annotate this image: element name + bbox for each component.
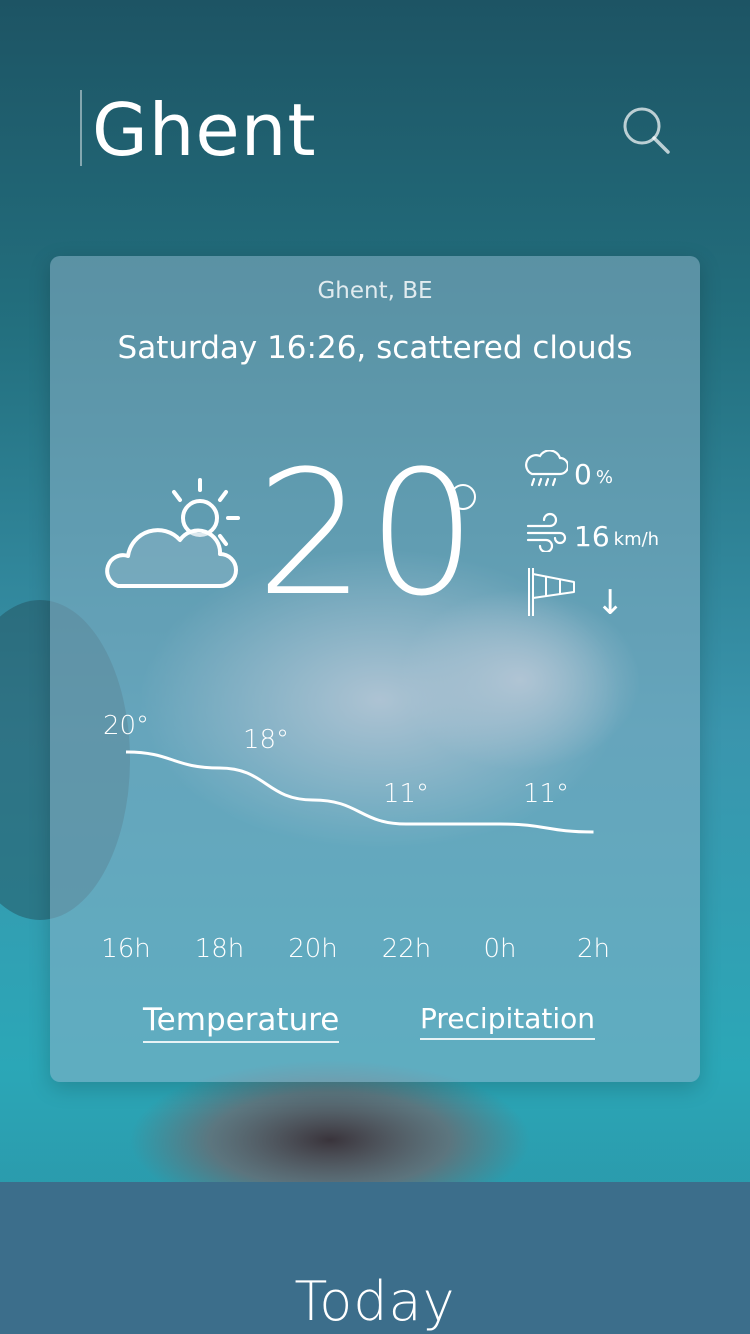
wind-direction-arrow: ↓ [596, 583, 625, 623]
partly-cloudy-icon [105, 478, 240, 588]
hour-tick-label: 20h [288, 934, 338, 964]
hour-tick-label: 18h [194, 934, 245, 964]
hour-tick-label: 16h [101, 934, 151, 964]
search-button[interactable] [618, 102, 674, 158]
degree-symbol [450, 484, 476, 510]
wind-direction-stat: ↓ [524, 566, 625, 623]
wind-icon [526, 512, 567, 552]
current-temperature: 20 [256, 433, 479, 634]
windsock-icon [528, 568, 575, 616]
tab-temperature[interactable]: Temperature [143, 1002, 340, 1043]
search-icon [623, 107, 670, 154]
tab-precipitation[interactable]: Precipitation [420, 1002, 596, 1040]
temperature-data-label: 18° [243, 725, 289, 755]
temperature-data-label: 11° [383, 779, 429, 809]
rain-cloud-icon [525, 450, 568, 487]
wind-speed-unit: km/h [613, 529, 660, 550]
hour-axis: 16h 18h 20h 22h 0h 2h [50, 934, 700, 974]
city-title[interactable]: Ghent [92, 88, 317, 172]
wind-speed-stat: 16 km/h [524, 512, 659, 552]
temperature-data-label: 11° [523, 779, 569, 809]
today-button[interactable]: Today [0, 1270, 750, 1333]
precipitation-value: 0 [574, 458, 592, 491]
precipitation-stat: 0 % [524, 450, 613, 490]
precipitation-unit: % [595, 467, 613, 488]
hour-tick-label: 0h [483, 934, 517, 964]
hour-tick-label: 2h [576, 934, 611, 964]
weather-description: Saturday 16:26, scattered clouds [117, 330, 633, 366]
location-label: Ghent, BE [317, 278, 433, 304]
hour-tick-label: 22h [381, 934, 432, 964]
temperature-data-label: 20° [103, 711, 149, 741]
wind-speed-value: 16 [574, 520, 610, 553]
text-cursor [80, 90, 82, 166]
